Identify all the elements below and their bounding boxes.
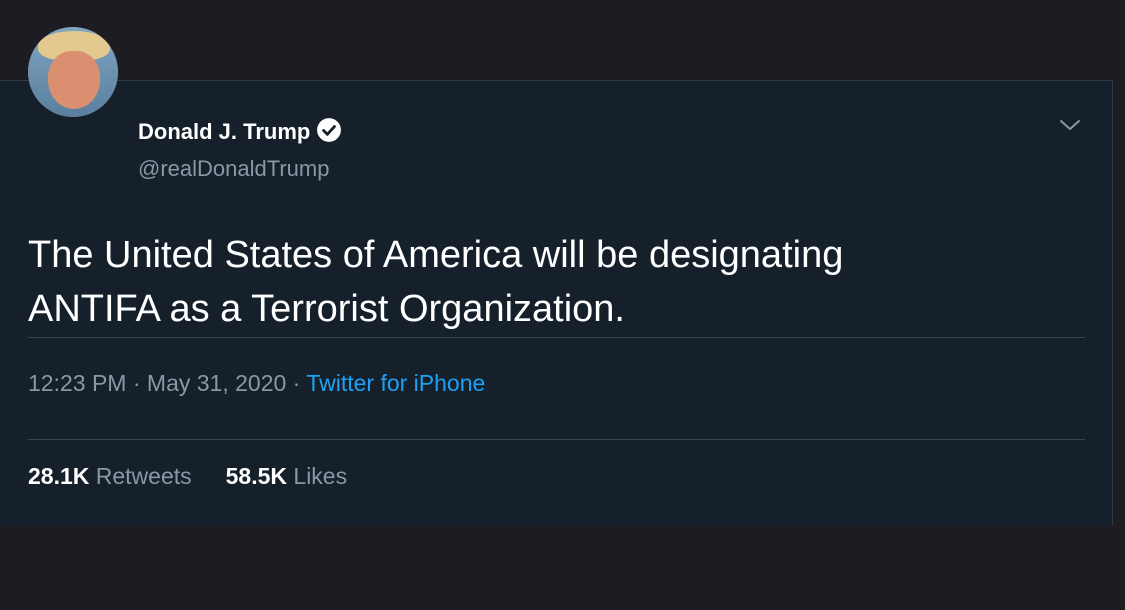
retweets-label: Retweets: [95, 463, 192, 489]
tweet-text-line: ANTIFA as a Terrorist Organization.: [28, 288, 625, 330]
likes-stat[interactable]: 58.5K Likes: [226, 461, 347, 491]
avatar[interactable]: [28, 27, 118, 117]
user-handle[interactable]: @realDonaldTrump: [138, 155, 329, 183]
verified-badge-icon: [317, 118, 342, 142]
display-name-text[interactable]: Donald J. Trump: [138, 119, 310, 144]
divider: [28, 337, 1085, 338]
display-name[interactable]: Donald J. Trump: [138, 117, 342, 146]
retweets-stat[interactable]: 28.1K Retweets: [28, 461, 192, 491]
chevron-down-icon[interactable]: [1058, 113, 1082, 137]
tweet-source-link[interactable]: Twitter for iPhone: [306, 370, 485, 396]
meta-separator: ·: [132, 370, 141, 396]
meta-separator: ·: [292, 370, 301, 396]
tweet-date[interactable]: May 31, 2020: [147, 370, 286, 396]
tweet-stats: 28.1K Retweets 58.5K Likes: [28, 461, 381, 491]
retweets-count: 28.1K: [28, 463, 90, 489]
likes-count: 58.5K: [225, 463, 288, 489]
divider: [28, 439, 1085, 440]
tweet-time[interactable]: 12:23 PM: [28, 370, 126, 396]
tweet-text-line: The United States of America will be des…: [28, 234, 844, 276]
likes-label: Likes: [293, 463, 348, 489]
tweet-text: The United States of America will be des…: [28, 228, 1068, 336]
tweet-metadata: 12:23 PM · May 31, 2020 · Twitter for iP…: [28, 368, 485, 398]
